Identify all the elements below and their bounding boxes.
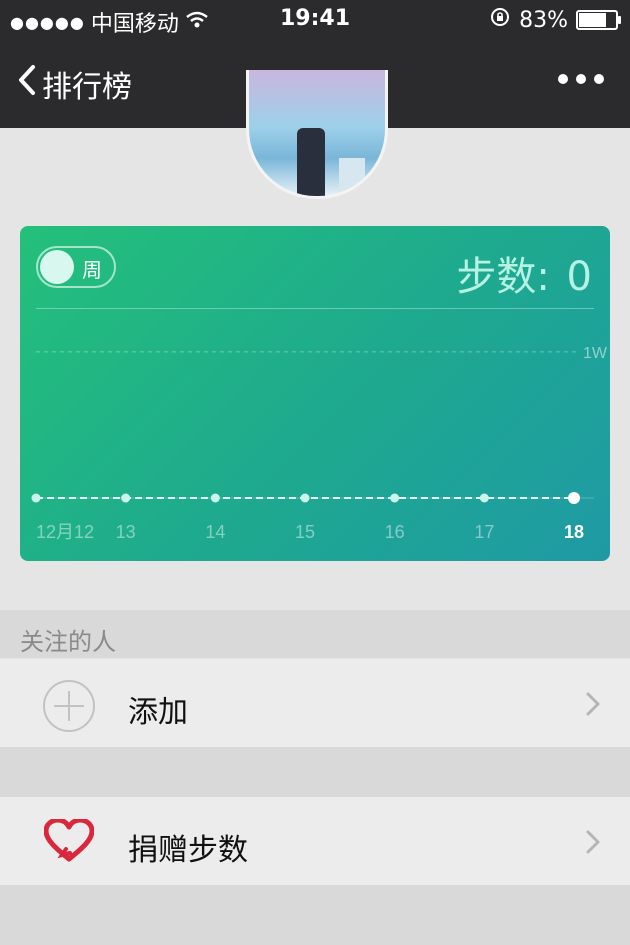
x-tick-label: 16 — [385, 522, 405, 542]
x-tick-label: 18 — [564, 522, 584, 542]
battery-percent: 83% — [519, 7, 568, 33]
follow-section-title: 关注的人 — [20, 628, 116, 656]
bottom-filler — [0, 885, 630, 945]
data-point — [479, 493, 489, 503]
status-right: 83% — [489, 6, 621, 34]
data-point — [121, 493, 131, 503]
steps-chart-card: 周 步数: 0 1W 12月12 13 14 15 16 17 18 — [20, 226, 610, 561]
chevron-right-icon — [586, 830, 600, 858]
avatar[interactable] — [246, 70, 388, 199]
data-point — [300, 493, 310, 503]
data-point — [31, 493, 41, 503]
x-tick-label: 17 — [474, 522, 494, 542]
donate-label: 捐赠步数 — [128, 833, 248, 868]
data-point — [210, 493, 220, 503]
chevron-right-icon — [586, 692, 600, 720]
heart-icon — [43, 817, 95, 867]
add-circle-icon — [42, 679, 96, 737]
steps-line-chart: 1W 12月12 13 14 15 16 17 18 — [31, 345, 608, 542]
x-tick-label: 15 — [295, 522, 315, 542]
data-point — [568, 492, 580, 504]
section-gap — [0, 747, 630, 797]
rotation-lock-icon — [489, 6, 511, 34]
add-label: 添加 — [128, 695, 188, 730]
reference-line-label: 1W — [583, 345, 608, 362]
follow-section-header: 关注的人 — [0, 610, 630, 658]
add-follow-row[interactable]: 添加 — [0, 659, 630, 747]
data-point — [390, 493, 400, 503]
more-dots-icon[interactable] — [558, 74, 604, 84]
status-bar: ●●●●● 中国移动 19:41 83% — [0, 0, 630, 42]
battery-icon — [576, 10, 621, 30]
x-tick-label: 14 — [205, 522, 225, 542]
donate-steps-row[interactable]: 捐赠步数 — [0, 797, 630, 885]
x-tick-label: 13 — [116, 522, 136, 542]
x-tick-label: 12月12 — [36, 522, 94, 542]
